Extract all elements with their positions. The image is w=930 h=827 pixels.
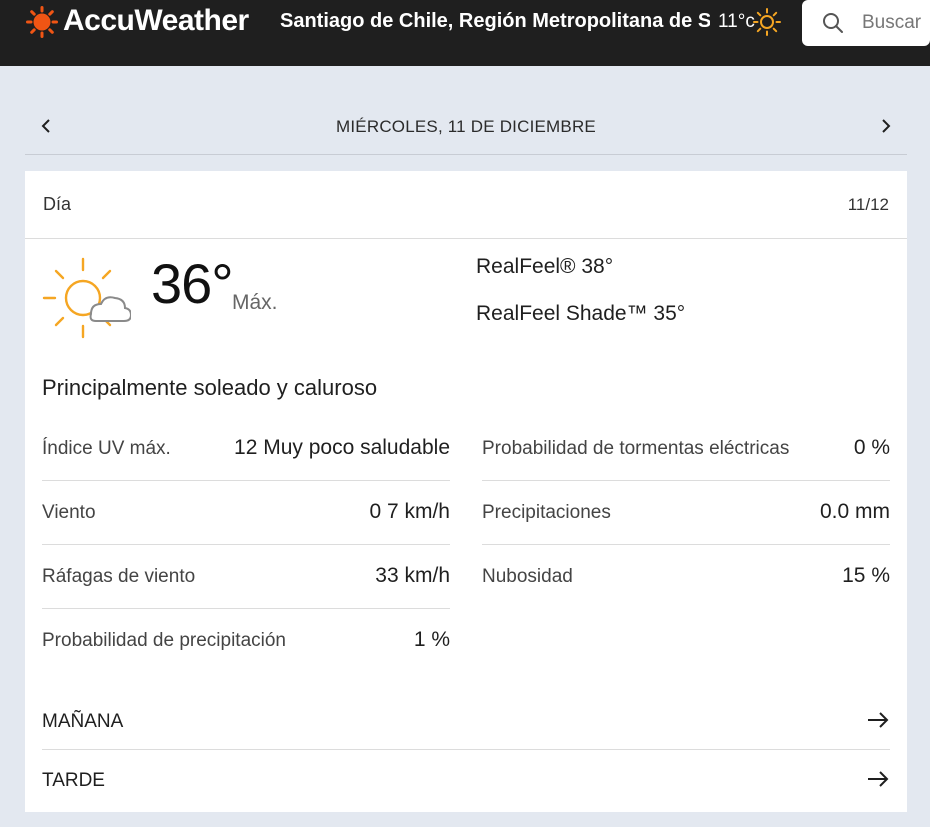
stat-row-cloud-cover: Nubosidad 15 % [482, 545, 890, 609]
arrow-right-icon[interactable] [866, 710, 890, 730]
stat-row-precip-prob: Probabilidad de precipitación 1 % [42, 609, 450, 673]
max-temperature: 36° [151, 252, 234, 315]
card-date: 11/12 [847, 195, 889, 214]
stat-row-uv: Índice UV máx. 12 Muy poco saludable [42, 417, 450, 481]
stat-value: 33 km/h [375, 564, 450, 587]
stat-value: 15 % [842, 564, 890, 587]
stats-left-column: Índice UV máx. 12 Muy poco saludable Vie… [42, 417, 450, 673]
weather-phrase: Principalmente soleado y caluroso [42, 375, 378, 400]
max-label: Máx. [232, 291, 278, 314]
section-afternoon[interactable]: TARDE [42, 751, 890, 809]
stat-label: Probabilidad de precipitación [42, 630, 286, 651]
sun-icon [753, 8, 781, 36]
search-icon[interactable] [822, 12, 844, 34]
chevron-right-icon[interactable] [877, 114, 895, 138]
card-title: Día [43, 194, 72, 214]
section-morning[interactable]: MAÑANA [42, 692, 890, 750]
stat-label: Ráfagas de viento [42, 566, 196, 587]
current-location[interactable]: Santiago de Chile, Región Metropolitana … [280, 10, 710, 33]
section-label: MAÑANA [42, 711, 124, 732]
brand-name[interactable]: AccuWeather [63, 4, 249, 38]
stat-value: 1 % [413, 628, 450, 651]
search-input[interactable]: Buscar [862, 12, 921, 34]
stat-row-precipitation: Precipitaciones 0.0 mm [482, 481, 890, 545]
stat-value: 12 Muy poco saludable [234, 436, 450, 459]
arrow-right-icon[interactable] [866, 769, 890, 789]
stat-label: Índice UV máx. [42, 438, 171, 459]
stat-label: Probabilidad de tormentas eléctricas [482, 438, 790, 459]
card-header: Día 11/12 [25, 171, 907, 239]
realfeel-shade[interactable]: RealFeel Shade™ 35° [476, 302, 685, 326]
stats-right-column: Probabilidad de tormentas eléctricas 0 %… [482, 417, 890, 609]
section-label: TARDE [42, 770, 105, 791]
day-forecast-card: Día 11/12 36° Máx. RealFeel® 38° RealFee… [25, 171, 907, 812]
stat-row-thunderstorm: Probabilidad de tormentas eléctricas 0 % [482, 417, 890, 481]
stat-label: Nubosidad [482, 566, 573, 587]
stat-value: 0 % [853, 436, 890, 459]
date-title: MIÉRCOLES, 11 DE DICIEMBRE [336, 117, 596, 136]
stat-label: Viento [42, 502, 96, 523]
stat-row-wind: Viento 0 7 km/h [42, 481, 450, 545]
mostly-sunny-icon [42, 257, 131, 339]
stat-label: Precipitaciones [482, 502, 611, 523]
accuweather-logo-icon[interactable] [26, 6, 58, 38]
top-header: AccuWeather Santiago de Chile, Región Me… [0, 0, 930, 66]
stat-value: 0 7 km/h [369, 500, 450, 523]
search-box[interactable]: Buscar [802, 0, 930, 46]
realfeel[interactable]: RealFeel® 38° [476, 255, 613, 279]
date-navigation: MIÉRCOLES, 11 DE DICIEMBRE [25, 100, 907, 155]
stat-row-gusts: Ráfagas de viento 33 km/h [42, 545, 450, 609]
current-temperature[interactable]: 11°c [718, 11, 755, 33]
stat-value: 0.0 mm [819, 500, 890, 523]
